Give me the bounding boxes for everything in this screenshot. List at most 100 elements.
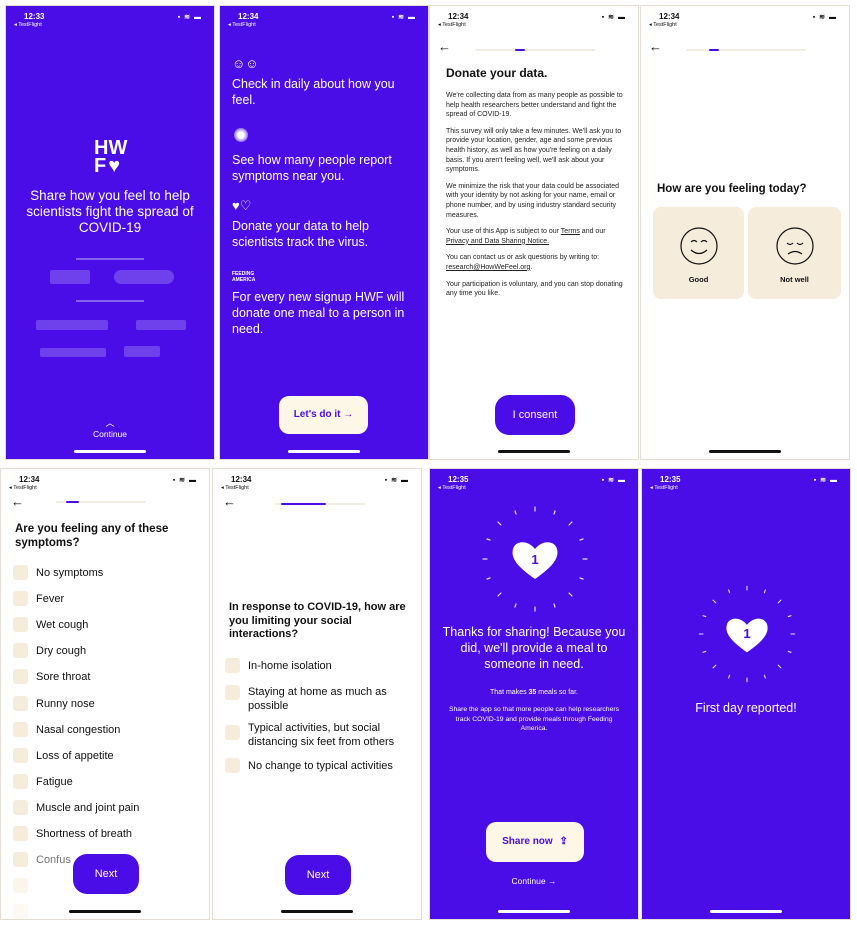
- meals-count-text: That makes 35 meals so far.: [440, 689, 628, 696]
- not-well-option[interactable]: Not well: [748, 207, 841, 299]
- intro-item-symptoms: See how many people report symptoms near…: [232, 153, 392, 183]
- screen-social-distancing: 12:34 ◂ TestFlight ▪ ≋ ▬ ← In response t…: [212, 468, 422, 920]
- thanks-message: Thanks for sharing! Because you did, we'…: [442, 625, 626, 671]
- consent-title: Donate your data.: [446, 66, 548, 80]
- symptom-checkbox[interactable]: [13, 878, 28, 893]
- good-option[interactable]: Good: [653, 207, 744, 299]
- testflight-back-link[interactable]: ◂ TestFlight: [14, 22, 42, 28]
- testflight-back-link[interactable]: ◂ TestFlight: [438, 485, 466, 491]
- testflight-back-link[interactable]: ◂ TestFlight: [9, 485, 37, 491]
- first-day-message: First day reported!: [695, 701, 797, 715]
- symptom-checkbox[interactable]: [13, 565, 28, 580]
- symptom-label: Fatigue: [36, 776, 73, 788]
- progress-bar: [475, 49, 595, 51]
- symptom-checkbox[interactable]: [13, 826, 28, 841]
- glow-dot-icon: [234, 128, 248, 142]
- home-indicator: [69, 910, 141, 913]
- symptom-label: Runny nose: [36, 698, 95, 710]
- home-indicator: [281, 910, 353, 913]
- smile-face-icon: [679, 227, 718, 265]
- symptom-checkbox[interactable]: [13, 617, 28, 632]
- home-indicator: [498, 450, 570, 453]
- partner-divider-2: [76, 300, 144, 302]
- signal-wifi-battery-icon: ▪ ≋ ▬: [384, 477, 409, 484]
- status-time: 12:34: [448, 12, 469, 21]
- logo-line-2: F: [94, 155, 107, 177]
- continue-button[interactable]: ︿ Continue: [6, 416, 214, 439]
- back-arrow-icon[interactable]: ←: [11, 494, 24, 509]
- feeding-america-icon: FEEDING AMERICA: [232, 271, 256, 283]
- progress-fill: [515, 49, 525, 51]
- back-arrow-icon[interactable]: ←: [223, 494, 236, 509]
- screen-welcome: 12:33 ◂ TestFlight ▪ ≋ ▬ HW F ♥ Share how…: [5, 5, 215, 460]
- chevron-up-icon: ︿: [105, 418, 115, 428]
- screen-thanks: 12:35 ◂ TestFlight ▪ ≋ ▬ 1 Thanks for sh…: [429, 468, 639, 920]
- symptom-checkbox[interactable]: [13, 643, 28, 658]
- symptom-checkbox[interactable]: [13, 904, 28, 919]
- screen-intro: 12:34 ◂ TestFlight ▪ ≋ ▬ ☺☺ Check in dai…: [219, 5, 429, 460]
- privacy-link[interactable]: Privacy and Data Sharing Notice.: [446, 238, 549, 245]
- meals-suffix: meals so far.: [536, 689, 578, 696]
- status-time: 12:34: [659, 12, 680, 21]
- signal-wifi-battery-icon: ▪ ≋ ▬: [172, 477, 197, 484]
- symptom-checkbox[interactable]: [13, 696, 28, 711]
- status-bar: 12:34 ◂ TestFlight ▪ ≋ ▬: [438, 9, 630, 31]
- next-button[interactable]: Next: [285, 855, 351, 895]
- good-label: Good: [688, 275, 709, 284]
- status-bar: 12:34 ◂ TestFlight ▪ ≋ ▬: [221, 472, 413, 494]
- progress-bar: [275, 503, 365, 505]
- option-checkbox[interactable]: [225, 685, 240, 700]
- consent-paragraph-6: Your participation is voluntary, and you…: [446, 280, 623, 298]
- email-link[interactable]: research@HowWeFeel.org: [446, 264, 530, 271]
- testflight-back-link[interactable]: ◂ TestFlight: [650, 485, 678, 491]
- back-arrow-icon[interactable]: ←: [649, 39, 662, 54]
- symptom-checkbox[interactable]: [13, 852, 28, 867]
- option-label: Staying at home as much as possible: [248, 686, 387, 712]
- symptom-checkbox[interactable]: [13, 800, 28, 815]
- testflight-back-link[interactable]: ◂ TestFlight: [221, 485, 249, 491]
- progress-bar: [686, 49, 806, 51]
- signal-wifi-battery-icon: ▪ ≋ ▬: [813, 477, 838, 484]
- consent-paragraph-1: We're collecting data from as many peopl…: [446, 92, 623, 119]
- heart-icon: ♥: [108, 155, 121, 177]
- next-button[interactable]: Next: [73, 854, 139, 894]
- i-consent-button[interactable]: I consent: [495, 395, 575, 435]
- testflight-back-link[interactable]: ◂ TestFlight: [649, 22, 677, 28]
- option-checkbox[interactable]: [225, 758, 240, 773]
- home-indicator: [709, 450, 781, 453]
- symptom-checkbox[interactable]: [13, 722, 28, 737]
- status-bar: 12:34 ◂ TestFlight ▪ ≋ ▬: [228, 9, 420, 31]
- symptom-label: Dry cough: [36, 645, 87, 657]
- option-checkbox[interactable]: [225, 658, 240, 673]
- back-arrow-icon[interactable]: ←: [438, 39, 451, 54]
- symptom-checkbox[interactable]: [13, 591, 28, 606]
- option-label: No change to typical activities: [248, 760, 393, 772]
- symptom-checkbox[interactable]: [13, 669, 28, 684]
- symptom-label: Loss of appetite: [36, 750, 114, 762]
- home-indicator: [498, 910, 570, 913]
- status-time: 12:33: [24, 12, 45, 21]
- terms-prefix: Your use of this App is subject to our: [446, 228, 561, 236]
- symptom-checkbox[interactable]: [13, 774, 28, 789]
- partner-divider: [76, 258, 144, 260]
- consent-paragraph-2: This survey will only take a few minutes…: [446, 127, 622, 174]
- testflight-back-link[interactable]: ◂ TestFlight: [438, 22, 466, 28]
- lets-do-it-button[interactable]: Let's do it →: [279, 396, 368, 434]
- status-time: 12:35: [660, 475, 681, 484]
- option-checkbox[interactable]: [225, 725, 240, 740]
- social-question: In response to COVID-19, how are you lim…: [229, 601, 406, 640]
- contact-prefix: You can contact us or ask questions by w…: [446, 254, 600, 262]
- symptom-checkbox[interactable]: [13, 748, 28, 763]
- terms-mid: and our: [579, 228, 606, 236]
- symptom-label: No symptoms: [36, 567, 104, 579]
- home-indicator: [74, 450, 146, 453]
- home-indicator: [288, 450, 360, 453]
- terms-link[interactable]: Terms: [561, 228, 580, 235]
- share-now-button[interactable]: Share now ⇪: [486, 822, 584, 862]
- continue-link[interactable]: Continue →: [430, 876, 638, 886]
- status-time: 12:34: [238, 12, 259, 21]
- pinterest-logo: [114, 270, 174, 284]
- symptom-label: Shortness of breath: [36, 828, 133, 840]
- testflight-back-link[interactable]: ◂ TestFlight: [228, 22, 256, 28]
- continue-label: Continue: [92, 429, 128, 439]
